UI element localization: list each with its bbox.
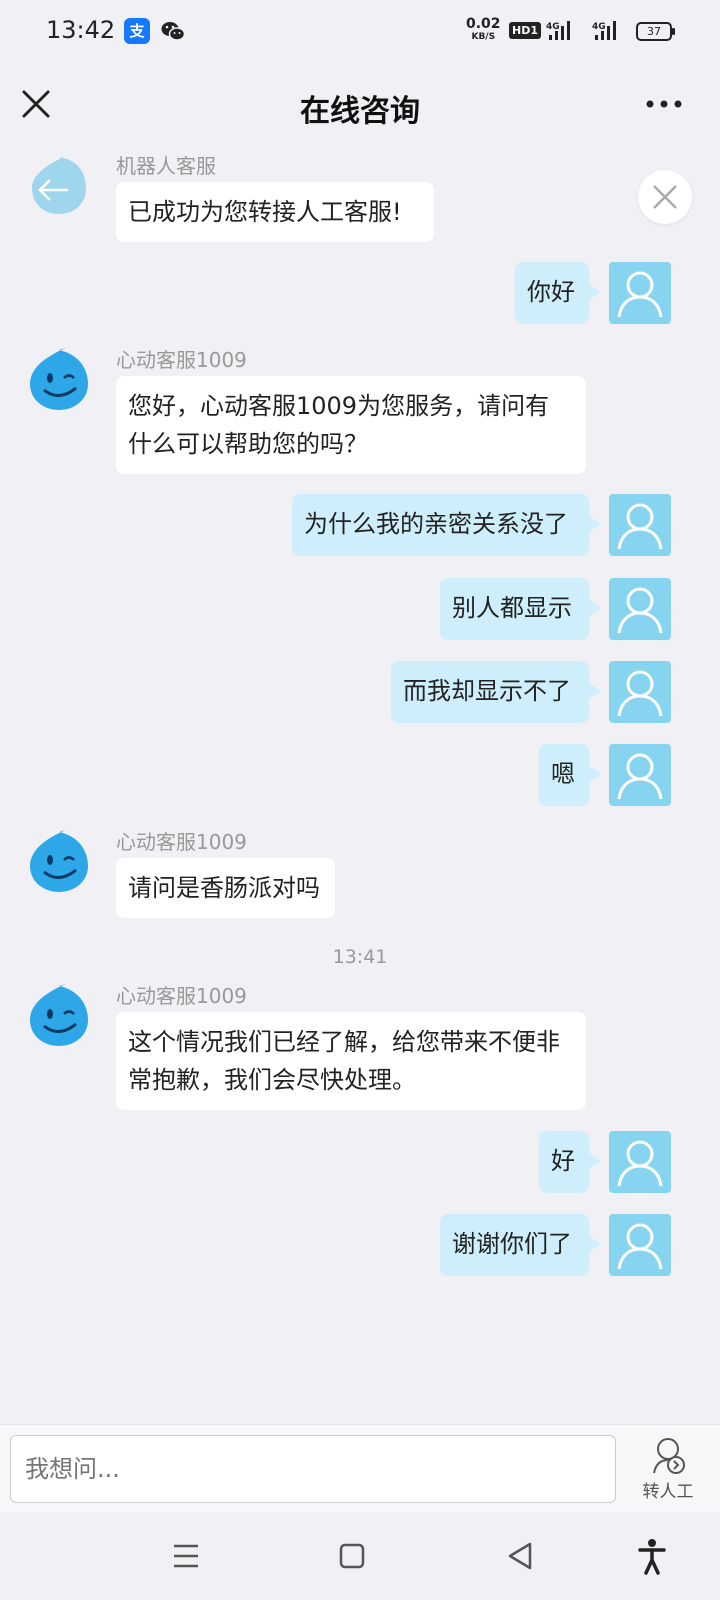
agent-avatar xyxy=(26,346,92,412)
battery-icon: 37 xyxy=(636,22,675,41)
sender-name: 心动客服1009 xyxy=(116,984,247,1008)
back-icon[interactable] xyxy=(500,1536,540,1576)
menu-icon[interactable] xyxy=(166,1536,206,1576)
status-bar: 13:42 支 0.02 KB/S HD1 4G 4G 37 xyxy=(0,0,720,62)
message-bubble-user: 好 xyxy=(539,1131,601,1193)
transfer-human-button[interactable]: 转人工 xyxy=(628,1433,708,1505)
agent-avatar xyxy=(26,982,92,1048)
message-line: 常抱歉，我们会尽快处理。 xyxy=(128,1066,416,1094)
message-line: 什么可以帮助您的吗？ xyxy=(128,430,368,458)
message-input[interactable] xyxy=(10,1435,616,1503)
input-bar: 转人工 xyxy=(0,1424,720,1512)
agent-avatar xyxy=(26,828,92,894)
message-line: 这个情况我们已经了解，给您带来不便非 xyxy=(128,1028,560,1056)
network-2-label: 4G xyxy=(592,22,606,32)
sender-name: 机器人客服 xyxy=(116,154,216,178)
transfer-icon xyxy=(653,1438,685,1474)
signal-icon-2: 4G xyxy=(592,20,628,46)
close-floating-button[interactable] xyxy=(638,170,692,224)
user-avatar xyxy=(609,262,671,324)
robot-avatar xyxy=(26,152,92,218)
message-line: 您好，心动客服1009为您服务，请问有 xyxy=(128,392,550,420)
message-bubble: 这个情况我们已经了解，给您带来不便非 常抱歉，我们会尽快处理。 xyxy=(116,1012,586,1110)
user-avatar xyxy=(609,494,671,556)
nav-bar: 在线咨询 xyxy=(0,62,720,148)
user-avatar xyxy=(609,578,671,640)
message-bubble-user: 而我却显示不了 xyxy=(391,661,601,723)
message-bubble-user: 谢谢你们了 xyxy=(440,1214,601,1276)
user-avatar xyxy=(609,744,671,806)
transfer-label: 转人工 xyxy=(642,1482,694,1502)
network-speed: 0.02 KB/S xyxy=(466,16,501,44)
message-bubble: 已成功为您转接人工客服! xyxy=(116,182,434,242)
user-avatar xyxy=(609,1214,671,1276)
sender-name: 心动客服1009 xyxy=(116,348,247,372)
message-bubble-user: 嗯 xyxy=(539,744,601,806)
user-avatar xyxy=(609,1131,671,1193)
timestamp: 13:41 xyxy=(332,946,388,968)
page-title: 在线咨询 xyxy=(300,94,420,129)
wechat-icon xyxy=(160,18,186,44)
system-nav-bar xyxy=(0,1512,720,1600)
accessibility-icon[interactable] xyxy=(632,1536,672,1576)
chat-area[interactable]: 机器人客服 已成功为您转接人工客服! 你好 心动客服1009 您好，心动客服10… xyxy=(0,148,720,1424)
speed-value: 0.02 xyxy=(466,16,501,32)
user-avatar xyxy=(609,661,671,723)
alipay-icon: 支 xyxy=(124,18,150,44)
status-time: 13:42 xyxy=(46,16,116,44)
message-bubble: 请问是香肠派对吗 xyxy=(116,858,335,918)
more-dots-icon[interactable] xyxy=(644,92,684,116)
message-bubble-user: 你好 xyxy=(515,262,601,324)
network-1-label: 4G xyxy=(546,22,560,32)
message-bubble: 您好，心动客服1009为您服务，请问有 什么可以帮助您的吗？ xyxy=(116,376,586,474)
home-icon[interactable] xyxy=(332,1536,372,1576)
hd-badge: HD1 xyxy=(509,22,541,39)
signal-icon-1: 4G xyxy=(546,20,582,46)
message-bubble-user: 为什么我的亲密关系没了 xyxy=(292,494,601,556)
sender-name: 心动客服1009 xyxy=(116,830,247,854)
message-bubble-user: 别人都显示 xyxy=(440,578,601,640)
speed-unit: KB/S xyxy=(471,32,496,42)
